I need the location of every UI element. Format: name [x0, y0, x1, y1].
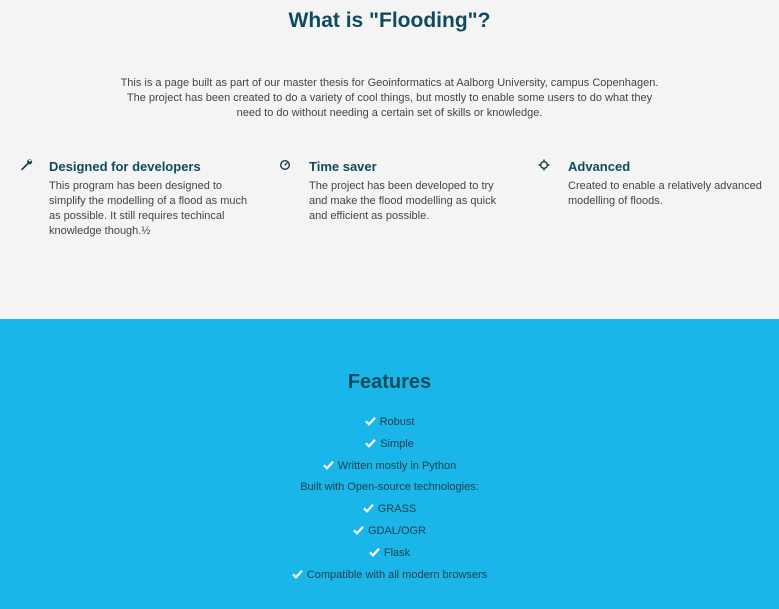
features-title: Features: [347, 371, 432, 393]
column-text: This program has been designed to simpli…: [49, 180, 248, 237]
feature-label: Simple: [380, 437, 414, 450]
feature-item: Simple: [0, 436, 779, 458]
page-title: What is "Flooding"?: [288, 9, 491, 32]
feature-item: Written mostly in Python: [0, 458, 779, 480]
check-icon: [323, 460, 334, 470]
feature-label: Flask: [383, 546, 411, 559]
feature-label: Written mostly in Python: [337, 459, 457, 472]
features-section: Features Robust Simple Written mostly in…: [0, 319, 779, 609]
check-icon: [362, 504, 374, 514]
check-icon: [353, 525, 364, 535]
feature-label: GDAL/OGR: [367, 524, 427, 537]
feature-label: Built with Open-source technologies:: [300, 481, 479, 494]
column-title: Advanced: [568, 159, 631, 174]
crosshair-icon: [538, 158, 552, 172]
check-icon: [365, 438, 377, 448]
column-text: The project has been developed to try an…: [309, 180, 497, 222]
wrench-icon: [19, 158, 33, 172]
features-list: Robust Simple Written mostly in Python B…: [0, 414, 779, 588]
intro-section: What is "Flooding"? This is a page built…: [0, 0, 779, 319]
feature-item: GRASS: [0, 501, 779, 523]
feature-item: Compatible with all modern browsers: [0, 567, 779, 589]
feature-label: Compatible with all modern browsers: [306, 568, 488, 581]
feature-item: Built with Open-source technologies:: [0, 479, 779, 501]
feature-label: GRASS: [377, 503, 417, 516]
check-icon: [364, 416, 376, 426]
check-icon: [369, 547, 380, 557]
column-title: Designed for developers: [49, 159, 201, 174]
feature-item: Robust: [0, 414, 779, 436]
column-title: Time saver: [309, 159, 377, 174]
feature-item: GDAL/OGR: [0, 523, 779, 545]
column-text: Created to enable a relatively advanced …: [568, 180, 762, 207]
check-icon: [292, 569, 303, 579]
feature-item: Flask: [0, 545, 779, 567]
clock-icon: [279, 158, 293, 172]
intro-paragraph: This is a page built as part of our mast…: [120, 77, 659, 119]
feature-label: Robust: [379, 416, 415, 428]
